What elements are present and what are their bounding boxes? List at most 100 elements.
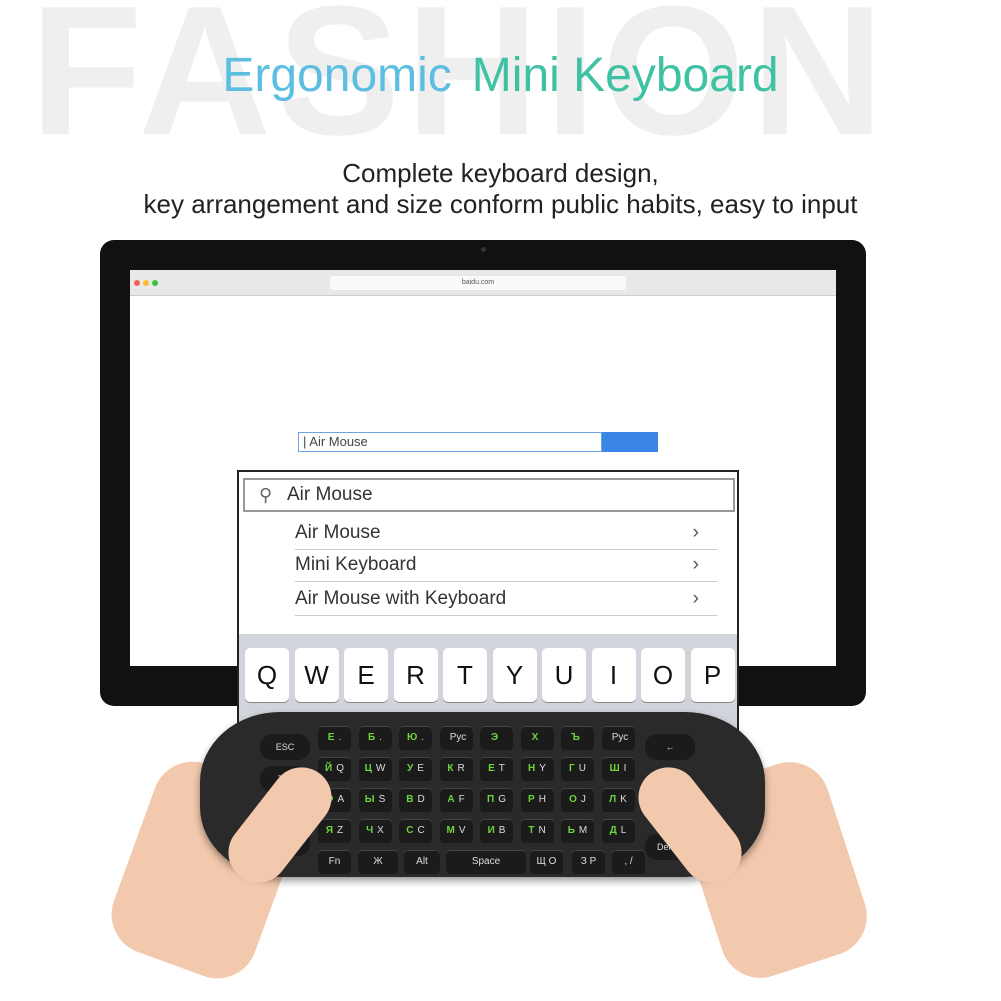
browser-toolbar: baidu.com bbox=[130, 270, 836, 296]
cyrillic-label: В bbox=[406, 794, 414, 805]
cyrillic-label: С bbox=[406, 825, 414, 836]
latin-label: . bbox=[421, 732, 425, 743]
key-t[interactable]: T bbox=[443, 648, 487, 702]
remote-key[interactable]: ЬM bbox=[561, 819, 594, 843]
remote-key[interactable]: ЕT bbox=[480, 757, 513, 781]
key-p[interactable]: P bbox=[690, 648, 735, 702]
remote-key[interactable]: Б. bbox=[358, 726, 392, 750]
remote-key[interactable]: СC bbox=[399, 819, 432, 843]
browser-search-input[interactable]: | Air Mouse bbox=[298, 432, 602, 452]
remote-key-p[interactable]: З P bbox=[572, 850, 605, 874]
key-o[interactable]: O bbox=[641, 648, 685, 702]
address-bar[interactable]: baidu.com bbox=[330, 276, 626, 290]
remote-key-o[interactable]: Щ O bbox=[530, 850, 563, 874]
subtitle-line1: Complete keyboard design, bbox=[342, 158, 659, 188]
remote-key[interactable]: ИB bbox=[480, 819, 513, 843]
key-y[interactable]: Y bbox=[492, 648, 537, 702]
latin-label: S bbox=[378, 794, 386, 805]
suggestion-label: Air Mouse with Keyboard bbox=[295, 588, 507, 609]
latin-label: X bbox=[377, 825, 384, 836]
cyrillic-label: Н bbox=[528, 763, 536, 774]
remote-key-fn[interactable]: Fn bbox=[318, 850, 351, 874]
remote-key[interactable]: ЯZ bbox=[318, 819, 351, 843]
latin-label: L bbox=[620, 825, 627, 836]
remote-key[interactable]: Э bbox=[480, 726, 513, 750]
chevron-right-icon: › bbox=[692, 554, 699, 575]
remote-key[interactable]: ВD bbox=[399, 788, 432, 812]
remote-key[interactable]: ШI bbox=[601, 757, 635, 781]
remote-key[interactable]: РH bbox=[520, 788, 554, 812]
remote-key[interactable]: Рус bbox=[439, 726, 473, 750]
remote-key-esc[interactable]: ESC bbox=[260, 734, 310, 760]
remote-key[interactable]: ТN bbox=[520, 819, 554, 843]
cyrillic-label: Л bbox=[609, 794, 617, 805]
cyrillic-label: Я bbox=[325, 825, 334, 836]
latin-label: D bbox=[417, 794, 425, 805]
latin-label: . bbox=[338, 732, 342, 743]
cyrillic-label: Ч bbox=[366, 825, 374, 836]
minimize-dot-icon[interactable] bbox=[143, 280, 149, 286]
suggestion-item[interactable]: Air Mouse with Keyboard › bbox=[295, 584, 717, 616]
remote-key[interactable]: Рус bbox=[601, 726, 635, 750]
remote-key[interactable]: ДL bbox=[601, 819, 635, 843]
latin-label: W bbox=[375, 763, 386, 774]
chevron-right-icon: › bbox=[692, 588, 699, 609]
cyrillic-label: Г bbox=[569, 763, 575, 774]
remote-key[interactable]: КR bbox=[439, 757, 473, 781]
latin-label: V bbox=[458, 825, 466, 836]
latin-label: Z bbox=[337, 825, 344, 836]
magnifier-icon: ⚲ bbox=[259, 485, 273, 505]
remote-key[interactable]: МV bbox=[439, 819, 473, 843]
key-q[interactable]: Q bbox=[245, 648, 289, 702]
latin-label: E bbox=[417, 763, 424, 774]
browser-search-button[interactable] bbox=[602, 432, 658, 452]
remote-key[interactable]: Е. bbox=[318, 726, 351, 750]
suggestion-item[interactable]: Mini Keyboard › bbox=[295, 550, 717, 582]
cyrillic-label: П bbox=[487, 794, 495, 805]
remote-key[interactable]: АF bbox=[439, 788, 473, 812]
cyrillic-label: Ш bbox=[609, 763, 620, 774]
cyrillic-label: Ы bbox=[364, 794, 375, 805]
remote-key-key[interactable]: Ж bbox=[358, 850, 398, 874]
remote-key[interactable]: ОJ bbox=[561, 788, 594, 812]
remote-key[interactable]: Ъ bbox=[561, 726, 594, 750]
phone-search-input[interactable]: ⚲ Air Mouse bbox=[243, 478, 735, 512]
remote-key[interactable]: ЦW bbox=[358, 757, 392, 781]
remote-key[interactable]: НY bbox=[520, 757, 554, 781]
remote-key-backspace[interactable]: ← bbox=[645, 734, 695, 760]
remote-key[interactable]: ЛK bbox=[601, 788, 635, 812]
remote-key-key[interactable]: , / bbox=[612, 850, 645, 874]
key-u[interactable]: U bbox=[542, 648, 586, 702]
latin-label: B bbox=[498, 825, 506, 836]
latin-label: . bbox=[379, 732, 382, 743]
remote-key-space[interactable]: Space bbox=[446, 850, 526, 874]
cyrillic-label: Ь bbox=[567, 825, 575, 836]
cyrillic-label: М bbox=[446, 825, 455, 836]
suggestion-label: Air Mouse bbox=[295, 522, 381, 543]
maximize-dot-icon[interactable] bbox=[152, 280, 158, 286]
key-e[interactable]: E bbox=[344, 648, 388, 702]
remote-key[interactable]: ПG bbox=[480, 788, 513, 812]
remote-key-alt[interactable]: Alt bbox=[404, 850, 440, 874]
key-r[interactable]: R bbox=[393, 648, 438, 702]
close-dot-icon[interactable] bbox=[134, 280, 140, 286]
remote-key[interactable]: УE bbox=[399, 757, 432, 781]
key-w[interactable]: W bbox=[294, 648, 339, 702]
suggestion-item[interactable]: Air Mouse › bbox=[295, 518, 717, 550]
cyrillic-label: К bbox=[447, 763, 454, 774]
cyrillic-label: Т bbox=[528, 825, 535, 836]
remote-key[interactable]: ЧX bbox=[358, 819, 392, 843]
remote-key[interactable]: ЫS bbox=[358, 788, 392, 812]
remote-key[interactable]: Ю. bbox=[399, 726, 432, 750]
remote-key[interactable]: Х bbox=[520, 726, 554, 750]
latin-label: T bbox=[498, 763, 505, 774]
cyrillic-label: О bbox=[569, 794, 577, 805]
cyrillic-label: Й bbox=[325, 763, 333, 774]
key-i[interactable]: I bbox=[591, 648, 636, 702]
remote-key[interactable]: ГU bbox=[561, 757, 594, 781]
cyrillic-label: Х bbox=[531, 732, 539, 743]
latin-label: H bbox=[538, 794, 546, 805]
phone-screen: ⚲ Air Mouse Air Mouse › Mini Keyboard › Air… bbox=[237, 470, 739, 750]
latin-label: I bbox=[623, 763, 627, 774]
latin-label: Рус bbox=[611, 732, 629, 743]
